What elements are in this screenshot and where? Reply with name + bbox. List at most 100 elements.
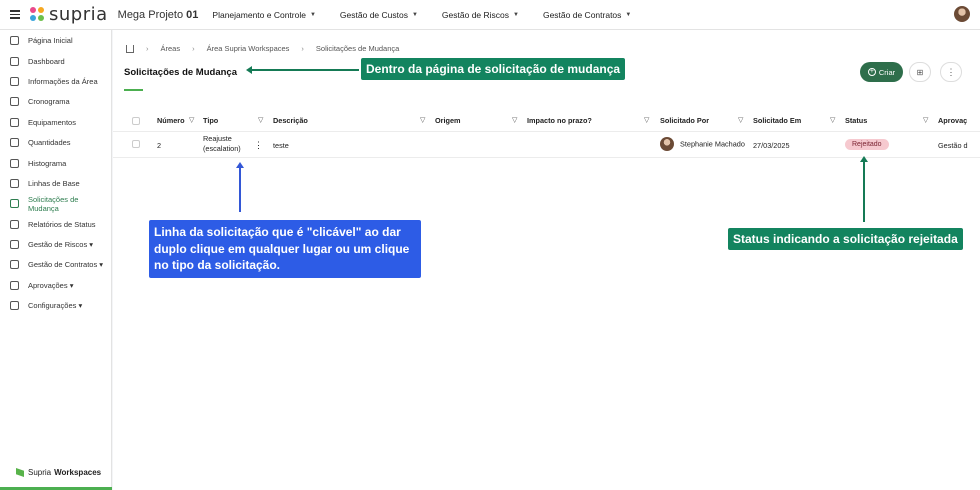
header-impacto[interactable]: Impacto no prazo? (527, 116, 592, 125)
logo-text: supria (49, 4, 108, 25)
arrow-head (236, 162, 244, 168)
sidebar-item-relatorios[interactable]: Relatórios de Status (0, 214, 111, 234)
filter-icon[interactable]: ▽ (189, 116, 194, 124)
top-nav: Planejamento e Controle ▼ Gestão de Custo… (212, 10, 655, 20)
page-title: Solicitações de Mudança (124, 67, 237, 78)
quantities-icon (10, 138, 19, 148)
header-status[interactable]: Status (845, 116, 867, 125)
sidebar-item-solicitacoes[interactable]: Solicitações de Mudança (0, 194, 111, 214)
report-icon (10, 219, 19, 229)
workspaces-brand: Supria Workspaces (16, 468, 101, 477)
filter-icon[interactable]: ▽ (644, 116, 649, 124)
annotation-arrow (863, 162, 865, 222)
schedule-icon (10, 97, 19, 107)
sidebar-item-informacoes[interactable]: Informações da Área (0, 71, 111, 91)
cell-descricao: teste (273, 141, 289, 150)
filter-icon[interactable]: ▽ (420, 116, 425, 124)
chevron-down-icon: ▼ (625, 11, 632, 18)
chevron-down-icon: ▼ (513, 11, 519, 18)
arrow-head (246, 66, 252, 74)
cell-solicitado-em: 27/03/2025 (753, 141, 790, 150)
sidebar-item-configuracoes[interactable]: Configurações ▾ (0, 296, 111, 316)
header-solicitado-em[interactable]: Solicitado Em (753, 116, 801, 125)
home-icon (10, 36, 19, 46)
cell-tipo[interactable]: Reajuste (escalation) (203, 134, 241, 153)
wrench-icon (10, 117, 19, 127)
header-numero[interactable]: Número (157, 116, 185, 125)
status-badge: Rejeitado (845, 139, 889, 150)
table-header: Número ▽ Tipo ▽ Descrição ▽ Origem ▽ Imp… (113, 116, 980, 130)
header-tipo[interactable]: Tipo (203, 116, 218, 125)
export-button[interactable]: ⊞ (909, 62, 931, 82)
home-icon[interactable] (126, 44, 134, 53)
plus-icon: + (867, 68, 876, 76)
dashboard-icon (10, 56, 19, 66)
annotation-status: Status indicando a solicitação rejeitada (728, 228, 963, 250)
sidebar: Página Inicial Dashboard Informações da … (0, 30, 112, 490)
sidebar-item-linhas-de-base[interactable]: Linhas de Base (0, 173, 111, 193)
risk-icon (10, 240, 19, 250)
header-origem[interactable]: Origem (435, 116, 461, 125)
breadcrumb-areas[interactable]: Áreas (161, 44, 181, 53)
sidebar-item-gestao-riscos[interactable]: Gestão de Riscos ▾ (0, 234, 111, 254)
sidebar-item-aprovacoes[interactable]: Aprovações ▾ (0, 275, 111, 295)
user-avatar[interactable] (954, 6, 970, 22)
row-menu-icon[interactable]: ⋮ (254, 140, 263, 151)
contract-icon (10, 260, 19, 270)
change-request-icon (10, 199, 19, 209)
sidebar-item-pagina-inicial[interactable]: Página Inicial (0, 31, 111, 51)
sidebar-item-cronograma[interactable]: Cronograma (0, 92, 111, 112)
filter-icon[interactable]: ▽ (923, 116, 928, 124)
sidebar-item-dashboard[interactable]: Dashboard (0, 51, 111, 71)
table-row[interactable]: 2 Reajuste (escalation) ⋮ teste Stephani… (113, 134, 980, 157)
menu-icon[interactable] (10, 10, 20, 19)
annotation-arrow (250, 69, 359, 71)
header-solicitado-por[interactable]: Solicitado Por (660, 116, 709, 125)
histogram-icon (10, 158, 19, 168)
title-underline (124, 89, 143, 91)
cell-numero: 2 (157, 141, 162, 150)
create-button[interactable]: + Criar (860, 62, 903, 82)
approval-icon (10, 280, 19, 290)
cell-solicitado-por: Stephanie Machado (660, 137, 745, 151)
filter-icon[interactable]: ▽ (738, 116, 743, 124)
sidebar-item-quantidades[interactable]: Quantidades (0, 132, 111, 152)
top-bar: supria Mega Projeto 01 Planejamento e Co… (0, 0, 980, 30)
avatar (660, 137, 674, 151)
more-options-button[interactable]: ⋮ (940, 62, 962, 82)
sidebar-item-histograma[interactable]: Histograma (0, 153, 111, 173)
export-icon: ⊞ (916, 67, 924, 77)
nav-contratos[interactable]: Gestão de Contratos ▼ (543, 10, 631, 20)
annotation-row: Linha da solicitação que é "clicável" ao… (149, 220, 421, 278)
select-all-checkbox[interactable] (132, 117, 140, 125)
header-descricao[interactable]: Descrição (273, 116, 308, 125)
breadcrumb-area[interactable]: Área Supria Workspaces (207, 44, 290, 53)
baseline-icon (10, 178, 19, 188)
sidebar-item-equipamentos[interactable]: Equipamentos (0, 112, 111, 132)
filter-icon[interactable]: ▽ (512, 116, 517, 124)
project-name[interactable]: Mega Projeto 01 (118, 9, 199, 21)
cell-aprovacao: Gestão d (938, 141, 968, 150)
filter-icon[interactable]: ▽ (830, 116, 835, 124)
document-icon (10, 76, 19, 86)
nav-planejamento[interactable]: Planejamento e Controle ▼ (212, 10, 316, 20)
sidebar-item-gestao-contratos[interactable]: Gestão de Contratos ▾ (0, 255, 111, 275)
supria-logo-icon (30, 6, 46, 23)
chevron-down-icon: ▼ (309, 11, 316, 18)
chevron-down-icon: ▼ (411, 11, 418, 18)
breadcrumb: › Áreas › Área Supria Workspaces › Solic… (126, 44, 399, 53)
arrow-head (860, 156, 868, 162)
workspaces-logo-icon (16, 468, 24, 477)
logo[interactable]: supria (30, 4, 108, 25)
cell-status: Rejeitado (845, 139, 889, 150)
more-vertical-icon: ⋮ (946, 66, 956, 77)
filter-icon[interactable]: ▽ (258, 116, 263, 124)
nav-custos[interactable]: Gestão de Custos ▼ (340, 10, 418, 20)
annotation-arrow (239, 168, 241, 212)
breadcrumb-current: Solicitações de Mudança (315, 44, 400, 53)
nav-riscos[interactable]: Gestão de Riscos ▼ (442, 10, 519, 20)
row-checkbox[interactable] (132, 140, 140, 148)
header-aprovacao[interactable]: Aprovaç (938, 116, 967, 125)
annotation-page: Dentro da página de solicitação de mudan… (361, 58, 626, 80)
gear-icon (10, 301, 19, 311)
